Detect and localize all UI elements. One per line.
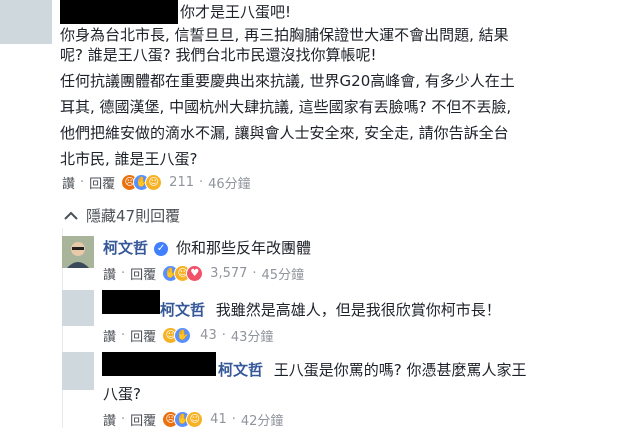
hide-replies-label: 隱藏47則回覆 — [86, 207, 181, 225]
reactions-summary[interactable]: ☹ ✋ ☺ — [121, 173, 165, 192]
reply-2-line: 柯文哲 我雖然是高雄人，但是我很欣賞你柯市長！ — [160, 300, 501, 320]
reply-3-line-2: 八蛋? — [103, 385, 141, 403]
timestamp[interactable]: 42分鐘 — [241, 410, 284, 429]
comment-body-line: 你身為台北市長, 信誓旦旦, 再三拍胸脯保證世大運不會出問題, 結果 — [60, 26, 509, 44]
like-link[interactable]: 讚 — [103, 264, 116, 283]
reaction-count: 3,577 — [210, 266, 248, 281]
hide-replies-toggle[interactable]: 隱藏47則回覆 — [64, 205, 180, 226]
replier-name-redacted — [102, 290, 160, 314]
reply-link[interactable]: 回覆 — [130, 326, 156, 345]
reply-3-actions: 讚 · 回覆 ☹ ✋ ☺ 41 · 42分鐘 — [103, 410, 284, 429]
reaction-count: 43 — [200, 328, 217, 343]
reply-link[interactable]: 回覆 — [130, 410, 156, 429]
replier-avatar-redacted — [62, 290, 94, 326]
reactions-summary[interactable]: ✋ ☺ ♥ — [162, 264, 206, 283]
reply-1-line: 柯文哲 ✓ 你和那些反年改團體 — [103, 238, 311, 258]
comment-body-line: 他們把維安做的滴水不漏, 讓與會人士安全來, 安全走, 請你告訴全台 — [60, 124, 509, 142]
comment-text-line-1: 你才是王八蛋吧! — [180, 3, 292, 21]
commenter-avatar-redacted — [0, 0, 52, 44]
mention-link[interactable]: 柯文哲 — [160, 301, 205, 319]
reactions-summary[interactable]: ☹ ✋ ☺ — [162, 410, 206, 429]
replier-avatar-redacted — [62, 352, 94, 390]
timestamp[interactable]: 45分鐘 — [262, 264, 305, 283]
mention-link[interactable]: 柯文哲 — [218, 361, 263, 379]
reaction-count: 41 — [210, 412, 227, 427]
comment-body-line: 北市民, 誰是王八蛋? — [60, 150, 198, 168]
person-avatar-icon — [62, 236, 94, 268]
reply-3-line-1: 柯文哲 王八蛋是你罵的嗎? 你憑甚麼罵人家王 — [218, 360, 527, 380]
reply-text: 王八蛋是你罵的嗎? 你憑甚麼罵人家王 — [273, 361, 527, 379]
comment-body-line: 任何抗議團體都在重要慶典出來抗議, 世界G20高峰會, 有多少人在土 — [60, 72, 515, 90]
like-link[interactable]: 讚 — [62, 173, 75, 192]
reply-text: 我雖然是高雄人，但是我很欣賞你柯市長！ — [215, 301, 501, 319]
commenter-name-redacted — [60, 0, 178, 24]
timestamp[interactable]: 46分鐘 — [208, 173, 251, 192]
reactions-summary[interactable]: ☺ ✋ — [162, 326, 196, 345]
like-reaction-icon: ✋ — [174, 326, 192, 344]
reply-1-actions: 讚 · 回覆 ✋ ☺ ♥ 3,577 · 45分鐘 — [103, 264, 305, 283]
reply-link[interactable]: 回覆 — [89, 173, 115, 192]
like-link[interactable]: 讚 — [103, 410, 116, 429]
reply-link[interactable]: 回覆 — [130, 264, 156, 283]
like-link[interactable]: 讚 — [103, 326, 116, 345]
haha-reaction-icon: ☺ — [186, 410, 204, 428]
haha-reaction-icon: ☺ — [145, 173, 163, 191]
verified-badge-icon: ✓ — [154, 241, 169, 256]
timestamp[interactable]: 43分鐘 — [231, 326, 274, 345]
comment-actions: 讚 · 回覆 ☹ ✋ ☺ 211 · 46分鐘 — [62, 173, 251, 192]
chevron-up-icon — [64, 211, 78, 220]
author-name[interactable]: 柯文哲 — [103, 239, 148, 257]
reply-2-actions: 讚 · 回覆 ☺ ✋ 43 · 43分鐘 — [103, 326, 274, 345]
love-reaction-icon: ♥ — [186, 264, 204, 282]
reaction-count: 211 — [169, 175, 194, 190]
kp-avatar[interactable] — [62, 236, 94, 268]
replier-name-redacted — [102, 352, 216, 376]
comment-body-line: 耳其, 德國漢堡, 中國杭州大肆抗議, 這些國家有丟臉嗎? 不但不丟臉, — [60, 98, 512, 116]
comment-body-line: 呢? 誰是王八蛋? 我們台北市民還沒找你算帳呢! — [60, 46, 377, 64]
reply-text: 你和那些反年改團體 — [176, 239, 312, 257]
